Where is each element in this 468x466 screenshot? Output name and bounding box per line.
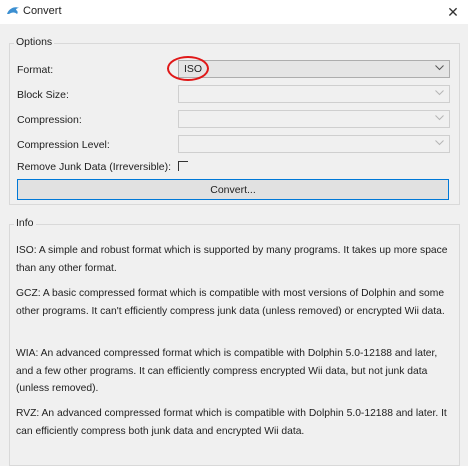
info-gcz-text: GCZ: A basic compressed format which is … [16,288,445,317]
format-label: Format: [17,64,54,76]
chevron-down-icon [435,90,444,96]
remove-junk-checkbox[interactable] [178,161,188,171]
chevron-down-icon [435,140,444,146]
block-size-label: Block Size: [17,89,69,101]
convert-button-label: Convert... [210,183,256,196]
info-wia-text: WIA: An advanced compressed format which… [16,348,438,394]
title-bar: Convert ✕ [0,0,468,24]
format-highlight-annotation [167,56,209,81]
chevron-down-icon [435,115,444,121]
format-select[interactable]: ISO [178,60,450,78]
remove-junk-label: Remove Junk Data (Irreversible): [17,161,172,173]
convert-button[interactable]: Convert... [17,179,449,200]
close-icon: ✕ [447,3,459,20]
info-iso-text: ISO: A simple and robust format which is… [16,245,448,274]
block-size-select[interactable] [178,85,450,103]
chevron-down-icon [435,65,444,71]
info-rvz-text: RVZ: An advanced compressed format which… [16,408,447,437]
dolphin-icon [7,7,19,14]
window-title: Convert [23,5,62,17]
info-group-title: Info [14,217,36,229]
options-group-title: Options [14,36,55,48]
compression-level-label: Compression Level: [17,139,110,151]
compression-label: Compression: [17,114,82,126]
close-button[interactable]: ✕ [438,0,468,24]
compression-level-select[interactable] [178,135,450,153]
compression-select[interactable] [178,110,450,128]
